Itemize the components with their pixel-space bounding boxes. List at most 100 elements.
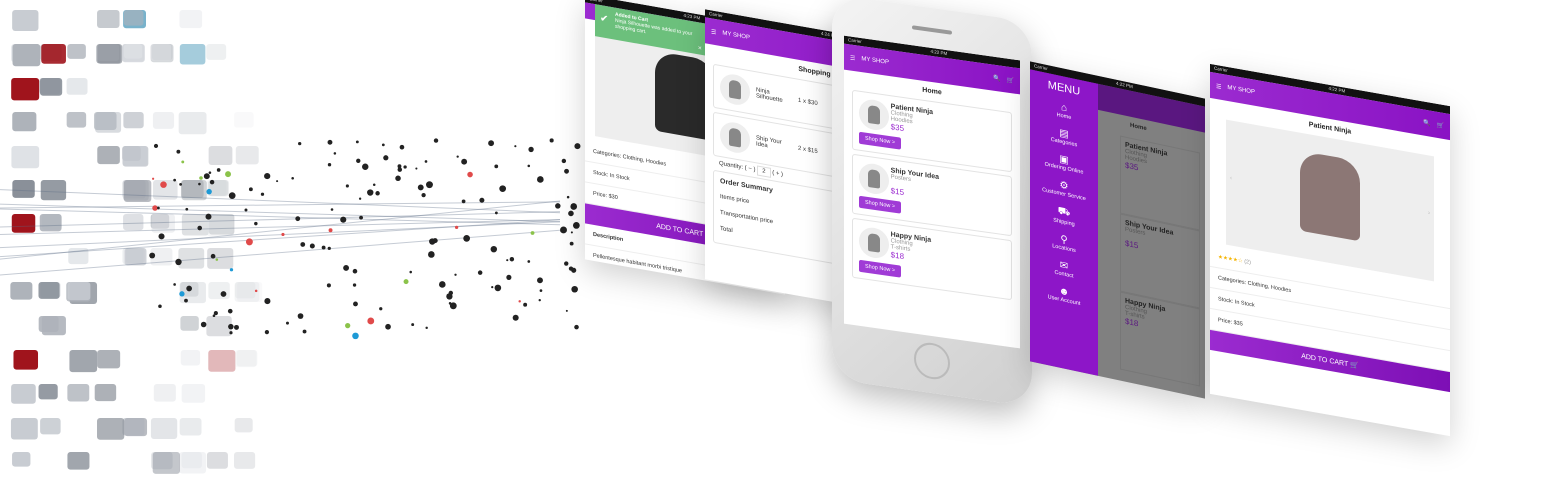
prev-arrow-icon[interactable]: ‹ [1230,175,1232,181]
hamburger-icon[interactable]: ☰ [850,54,855,62]
hamburger-icon[interactable]: ☰ [711,28,716,36]
particle-dot [216,168,221,172]
particle-dot [537,277,543,284]
search-icon[interactable]: 🔍 [1423,119,1430,127]
particle-dot [327,139,333,145]
particle-dot [385,323,391,330]
tile-shape [181,384,206,403]
particle-dot [514,145,517,148]
particle-dot [176,149,181,154]
tile-shape [152,452,181,474]
particle-dot [372,183,376,186]
tile-shape [67,282,91,301]
particle-dot [448,302,452,305]
menu-item-locations[interactable]: ⚲ Locations [1030,227,1098,258]
tile-shape [96,44,121,64]
tile-shape [234,350,257,368]
cart-icon[interactable]: 🛒 [1437,121,1444,129]
particle-dot [403,165,407,169]
particle-dot [421,192,426,198]
shop-now-button[interactable]: Shop Now > [859,259,902,278]
particle-dot [260,192,265,196]
particle-dot [352,268,358,274]
menu-item-customer-service[interactable]: ⚙ Customer Service [1030,173,1098,204]
hamburger-icon[interactable]: ☰ [1216,82,1221,90]
menu-item-contact[interactable]: ✉ Contact [1030,253,1098,284]
tile-shape [123,214,144,231]
particle-dot [527,164,531,168]
particle-dot [208,171,212,174]
menu-item-user-account[interactable]: ☻ User Account [1030,279,1098,310]
tile-shape [67,384,90,402]
tile-shape [206,452,228,469]
tile-shape [13,384,34,400]
product-thumbnail [859,161,889,196]
home-button[interactable] [914,340,950,382]
particle-dot [352,332,359,340]
review-count: (2) [1244,258,1251,267]
next-arrow-icon[interactable]: › [1428,210,1430,216]
particle-dot [571,285,578,293]
cart-icon[interactable]: 🛒 [1007,76,1014,84]
shop-now-button[interactable]: Shop Now > [859,195,902,214]
particle-dot [367,189,374,196]
particle-dot [309,243,315,249]
tile-shape [179,10,203,29]
particle-dot [399,144,405,150]
menu-item-shipping[interactable]: ⛟ Shipping [1030,199,1098,232]
product-price: $18 [890,250,905,262]
tile-shape [208,350,236,372]
particle-dot [518,300,521,303]
tile-shape [234,452,256,469]
particle-dot [343,264,350,271]
tile-shape [12,44,41,67]
particle-dot [298,142,302,146]
particle-dot [327,163,332,167]
particle-dot [244,208,248,212]
tile-shape [12,452,31,467]
search-icon[interactable]: 🔍 [993,74,1000,82]
particle-dot [291,176,294,180]
tile-shape [234,282,256,299]
tile-shape [153,384,176,402]
particle-dot [225,171,231,178]
particle-dot [570,231,573,234]
particle-dot [491,286,494,289]
particle-dot [175,258,182,266]
tile-shape [208,146,233,166]
particle-dot [327,246,331,250]
tile-shape [97,350,121,369]
particle-dot [509,256,515,262]
menu-item-ordering-online[interactable]: ▣ Ordering Online [1030,147,1098,178]
particle-dot [461,158,468,165]
shop-now-button[interactable]: Shop Now > [859,131,902,150]
tile-shape [234,112,254,128]
particle-dot [555,203,561,209]
menu-screen: Carrier 4:22 PM Home Patient Ninja Clothin… [1030,61,1205,399]
particle-dot [428,251,435,258]
particle-dot [254,289,258,293]
particle-dot [248,187,253,192]
particle-dot [568,210,574,217]
phone-frame: Carrier 4:22 PM ☰ MY SHOP 🔍 🛒 Home Patient N… [832,0,1032,408]
particle-dot [345,322,351,329]
menu-item-categories[interactable]: ▤ Categories [1030,121,1098,152]
particle-dot [234,324,239,330]
particle-dot [564,168,569,174]
particle-dot [229,268,234,272]
close-icon[interactable]: ✕ [698,45,702,52]
particle-dot [356,158,361,163]
item-name: Ninja Silhouette [756,87,783,104]
particle-dot [433,138,439,143]
abstract-tech-graphic [0,10,581,474]
tile-shape [12,112,37,132]
particle-dot [477,270,483,275]
particle-dot [566,195,570,199]
menu-item-home[interactable]: ⌂ Home [1030,95,1098,126]
particle-dot [572,222,580,229]
particle-dot [536,176,544,183]
particle-dot [397,164,402,169]
particle-dot [417,184,424,191]
particle-dot [245,238,253,246]
tile-shape [11,78,40,101]
